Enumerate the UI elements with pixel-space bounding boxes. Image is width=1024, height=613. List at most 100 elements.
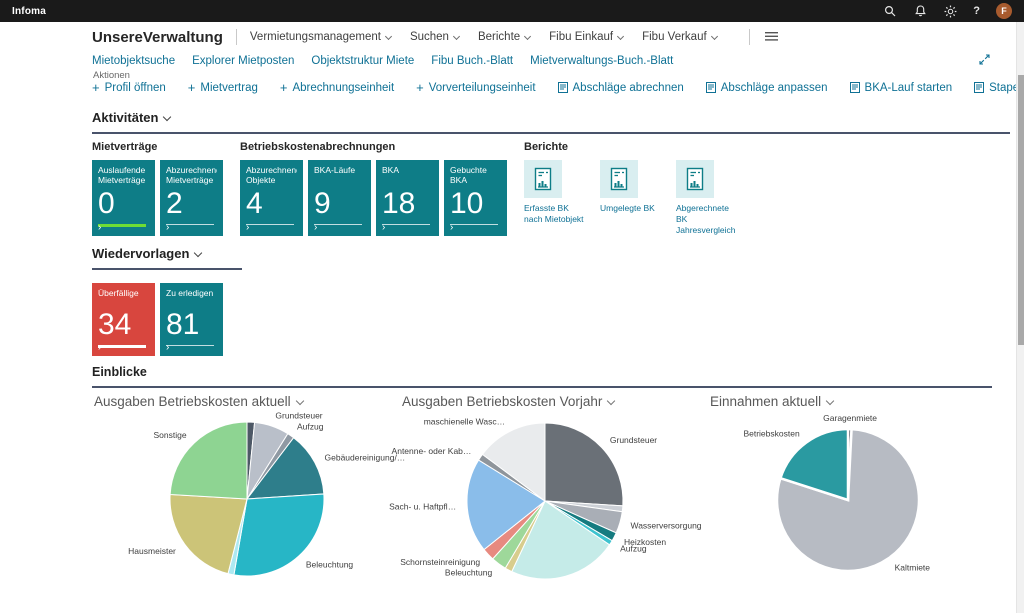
action-mietvertrag[interactable]: +Mietvertrag <box>188 81 258 94</box>
link-explorer-mietposten[interactable]: Explorer Mietposten <box>192 55 294 67</box>
tile-ueberfaellige[interactable]: Überfällige 34 › <box>92 283 155 356</box>
action-abschlaege-abrechnen[interactable]: Abschläge abrechnen <box>558 82 684 94</box>
chevron-right-icon: › <box>166 343 169 353</box>
link-mietverwaltungs-buch-blatt[interactable]: Mietverwaltungs-Buch.-Blatt <box>530 55 673 67</box>
pie-slice-label: Sonstige <box>154 430 187 440</box>
wiedervorlagen-heading[interactable]: Wiedervorlagen <box>92 246 201 261</box>
pie-slice-label: Garagenmiete <box>823 413 877 423</box>
tile-bka-laeufe[interactable]: BKA-Läufe 9 › <box>308 160 371 236</box>
tile-underline <box>246 224 294 225</box>
chart-title: Einnahmen aktuell <box>710 394 821 409</box>
charts-row: Ausgaben Betriebskosten aktuell Grundste… <box>92 393 1012 608</box>
pie-slice-label: Aufzug <box>620 544 647 554</box>
report-chart-icon <box>609 167 629 191</box>
menu-berichte[interactable]: Berichte <box>478 31 530 43</box>
tile-progress-bar <box>98 224 146 227</box>
report-umgelegte-bk[interactable]: Umgelegte BK <box>600 160 660 236</box>
tile-underline <box>166 345 214 346</box>
tile-value: 10 <box>450 189 501 219</box>
action-abschlaege-anpassen[interactable]: Abschläge anpassen <box>706 82 828 94</box>
tile-label: Überfällige <box>98 288 149 304</box>
action-label: Abschläge anpassen <box>721 82 828 94</box>
link-mietobjektsuche[interactable]: Mietobjektsuche <box>92 55 175 67</box>
report-tile <box>524 160 562 198</box>
menu-fibu-verkauf[interactable]: Fibu Verkauf <box>642 31 717 43</box>
action-vorverteilungseinheit[interactable]: +Vorverteilungseinheit <box>416 81 535 94</box>
chevron-right-icon: › <box>246 223 249 233</box>
menu-label: Berichte <box>478 31 520 43</box>
app-title[interactable]: UnsereVerwaltung <box>92 29 223 46</box>
menu-label: Fibu Verkauf <box>642 31 707 43</box>
tile-value: 9 <box>314 189 365 219</box>
tile-abzurechnende-objekte[interactable]: Abzurechnende Objekte 4 › <box>240 160 303 236</box>
chart-title-dropdown[interactable]: Ausgaben Betriebskosten aktuell <box>94 394 303 409</box>
action-bka-lauf-starten[interactable]: BKA-Lauf starten <box>850 82 953 94</box>
tile-zu-erledigen[interactable]: Zu erledigen 81 › <box>160 283 223 356</box>
help-icon[interactable]: ? <box>973 5 980 17</box>
group-mietvertraege: Mietverträge Auslaufende Mietverträge 0 … <box>92 141 223 236</box>
pie-slice-label: Schornsteinreinigung <box>400 557 480 567</box>
tile-label: Abzurechnende Mietverträge <box>166 165 217 186</box>
scrollbar-track[interactable] <box>1016 22 1024 613</box>
pie-chart[interactable]: GaragenmieteKaltmieteBetriebskosten <box>708 413 1008 608</box>
action-label: BKA-Lauf starten <box>865 82 953 94</box>
report-chart-icon <box>533 167 553 191</box>
einblicke-heading: Einblicke <box>92 365 147 379</box>
pie-chart[interactable]: GrundsteuerWasserversorgungHeizkostenAuf… <box>400 413 700 608</box>
tile-auslaufende-mietvertraege[interactable]: Auslaufende Mietverträge 0 › <box>92 160 155 236</box>
action-profil-oeffnen[interactable]: +Profil öffnen <box>92 81 166 94</box>
scrollbar-thumb[interactable] <box>1018 75 1024 345</box>
action-abrechnungseinheit[interactable]: +Abrechnungseinheit <box>280 81 394 94</box>
report-label: Umgelegte BK <box>600 203 660 214</box>
report-label: Abgerechnete BK Jahresvergleich <box>676 203 736 236</box>
tile-underline <box>382 224 430 225</box>
tile-abzurechnende-mietvertraege[interactable]: Abzurechnende Mietverträge 2 › <box>160 160 223 236</box>
tile-gebuchte-bka[interactable]: Gebuchte BKA 10 › <box>444 160 507 236</box>
chevron-right-icon: › <box>166 223 169 233</box>
chart-title-dropdown[interactable]: Einnahmen aktuell <box>710 394 833 409</box>
pie-slice-label: Betriebskosten <box>743 429 799 439</box>
tile-value: 2 <box>166 189 217 219</box>
link-fibu-buch-blatt[interactable]: Fibu Buch.-Blatt <box>431 55 513 67</box>
report-erfasste-bk[interactable]: Erfasste BK nach Mietobjekt <box>524 160 584 236</box>
tile-bka[interactable]: BKA 18 › <box>376 160 439 236</box>
section-aktivitaeten: Aktivitäten Mietverträge Auslaufende Mie… <box>92 109 1010 236</box>
notifications-bell-icon[interactable] <box>913 4 927 18</box>
aktivitaeten-heading[interactable]: Aktivitäten <box>92 110 170 125</box>
brand-logo: Infoma <box>12 6 46 17</box>
tile-underline <box>166 224 214 225</box>
chevron-down-icon <box>385 32 392 39</box>
chevron-right-icon: › <box>314 223 317 233</box>
cue-groups: Mietverträge Auslaufende Mietverträge 0 … <box>92 141 1010 236</box>
chevron-down-icon <box>453 32 460 39</box>
settings-gear-icon[interactable] <box>943 4 957 18</box>
report-tile <box>600 160 638 198</box>
more-menu-icon[interactable] <box>765 28 778 46</box>
report-icon <box>850 82 860 93</box>
tile-label: BKA <box>382 165 433 186</box>
tile-value: 4 <box>246 189 297 219</box>
report-abgerechnete-bk[interactable]: Abgerechnete BK Jahresvergleich <box>676 160 736 236</box>
section-wiedervorlagen: Wiedervorlagen Überfällige 34 › Zu erled… <box>92 245 1010 356</box>
tile-underline <box>450 224 498 225</box>
link-objektstruktur-miete[interactable]: Objektstruktur Miete <box>311 55 414 67</box>
expand-page-icon[interactable] <box>979 52 990 70</box>
chevron-right-icon: › <box>450 223 453 233</box>
report-tile <box>676 160 714 198</box>
menu-suchen[interactable]: Suchen <box>410 31 459 43</box>
action-label: Abrechnungseinheit <box>292 82 394 94</box>
action-bar: +Profil öffnen +Mietvertrag +Abrechnungs… <box>92 81 1024 94</box>
user-avatar[interactable]: F <box>996 3 1012 19</box>
quicklinks-row: Mietobjektsuche Explorer Mietposten Obje… <box>92 55 673 67</box>
menu-vermietungsmanagement[interactable]: Vermietungsmanagement <box>250 31 391 43</box>
tile-value: 18 <box>382 189 433 219</box>
chevron-down-icon <box>163 112 171 120</box>
heading-label: Wiedervorlagen <box>92 246 189 261</box>
search-icon[interactable] <box>883 4 897 18</box>
menu-fibu-einkauf[interactable]: Fibu Einkauf <box>549 31 623 43</box>
chart-title-dropdown[interactable]: Ausgaben Betriebskosten Vorjahr <box>402 394 614 409</box>
pie-chart[interactable]: GrundsteuerAufzugGebäudereinigung/…Beleu… <box>92 413 392 608</box>
tile-underline <box>98 345 146 348</box>
pie-slice-label: Hausmeister <box>128 546 176 556</box>
group-label: Mietverträge <box>92 141 223 153</box>
